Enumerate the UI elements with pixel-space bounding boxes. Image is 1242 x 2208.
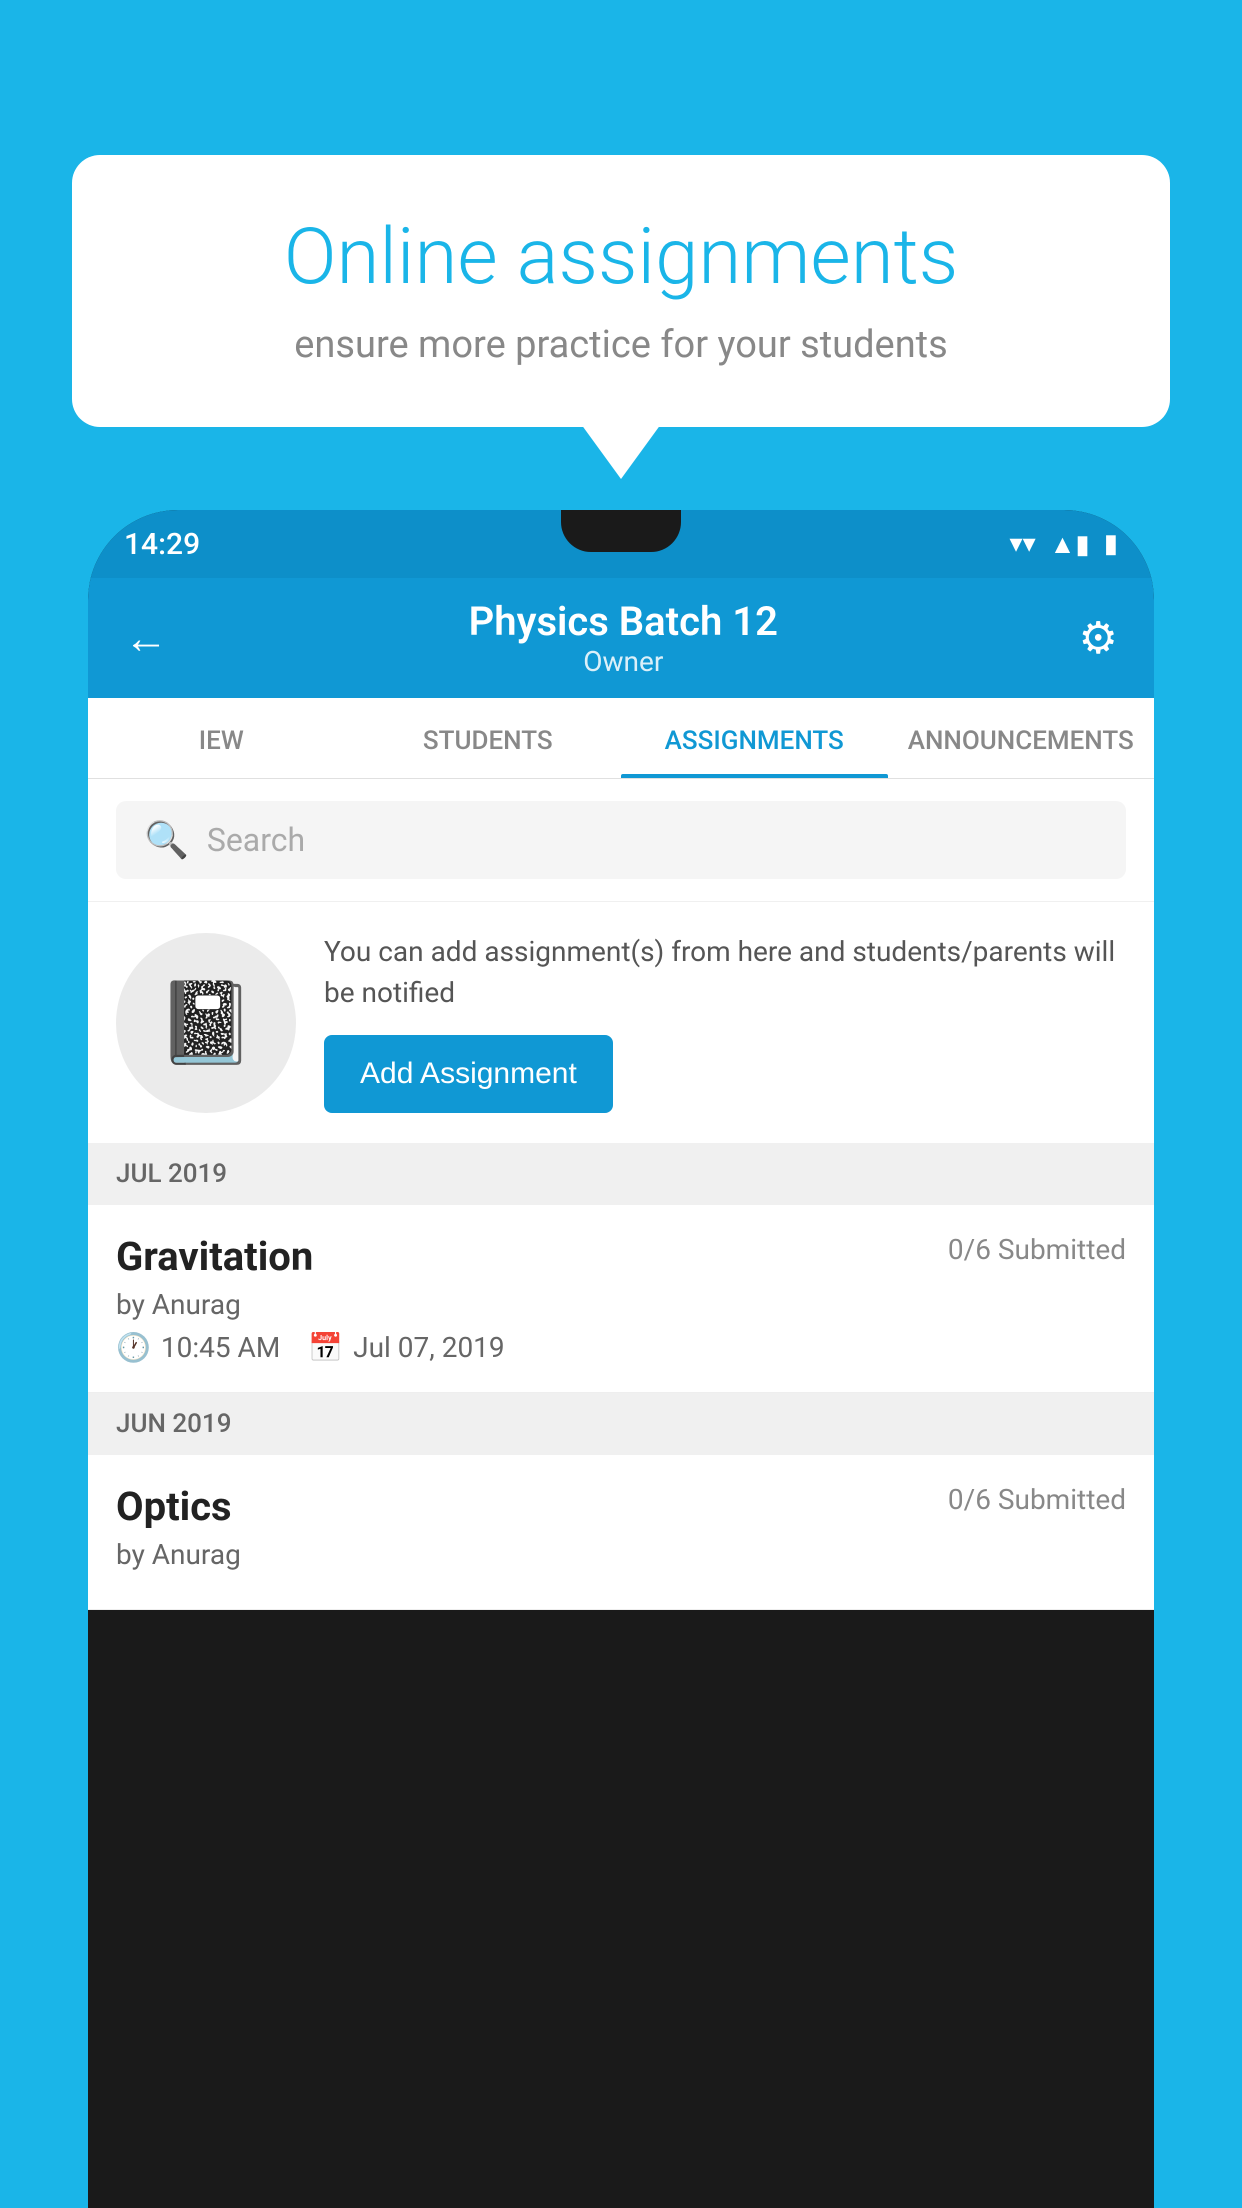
phone-screen: 🔍 Search 📓 You can add assignment(s) fro… xyxy=(88,779,1154,1610)
promo-content: You can add assignment(s) from here and … xyxy=(324,932,1126,1113)
header-subtitle: Owner xyxy=(469,645,778,678)
settings-icon[interactable]: ⚙ xyxy=(1079,612,1118,664)
assignment-name-gravitation: Gravitation xyxy=(116,1233,313,1280)
phone-notch xyxy=(561,510,681,552)
wifi-icon: ▾▾ xyxy=(1010,529,1036,559)
promo-text: You can add assignment(s) from here and … xyxy=(324,932,1126,1013)
back-button[interactable]: ← xyxy=(124,612,168,664)
assignment-by-optics: by Anurag xyxy=(116,1538,1126,1571)
search-input-wrapper[interactable]: 🔍 Search xyxy=(116,801,1126,879)
signal-icon: ▲▮ xyxy=(1050,529,1090,560)
assignment-date-gravitation: Jul 07, 2019 xyxy=(353,1331,505,1364)
speech-bubble: Online assignments ensure more practice … xyxy=(72,155,1170,427)
assignment-row-top: Gravitation 0/6 Submitted xyxy=(116,1233,1126,1280)
assignment-by-gravitation: by Anurag xyxy=(116,1288,1126,1321)
tab-students[interactable]: STUDENTS xyxy=(355,698,622,778)
meta-date: 📅 Jul 07, 2019 xyxy=(308,1331,504,1364)
tab-assignments[interactable]: ASSIGNMENTS xyxy=(621,698,888,778)
section-header-jun: JUN 2019 xyxy=(88,1393,1154,1455)
battery-icon: ▮ xyxy=(1104,529,1118,559)
assignment-submitted-optics: 0/6 Submitted xyxy=(948,1483,1126,1516)
assignment-item-gravitation[interactable]: Gravitation 0/6 Submitted by Anurag 🕐 10… xyxy=(88,1205,1154,1393)
assignment-submitted-gravitation: 0/6 Submitted xyxy=(948,1233,1126,1266)
search-icon: 🔍 xyxy=(144,819,189,861)
calendar-icon: 📅 xyxy=(308,1331,343,1364)
phone-mockup: 14:29 ▾▾ ▲▮ ▮ ← Physics Batch 12 Owner ⚙… xyxy=(88,510,1154,2208)
assignment-item-optics[interactable]: Optics 0/6 Submitted by Anurag xyxy=(88,1455,1154,1610)
notebook-icon: 📓 xyxy=(156,976,256,1070)
promo-icon-circle: 📓 xyxy=(116,933,296,1113)
assignment-row-top-optics: Optics 0/6 Submitted xyxy=(116,1483,1126,1530)
speech-bubble-subtitle: ensure more practice for your students xyxy=(142,323,1100,367)
header-center: Physics Batch 12 Owner xyxy=(469,598,778,678)
clock-icon: 🕐 xyxy=(116,1331,151,1364)
tab-bar: IEW STUDENTS ASSIGNMENTS ANNOUNCEMENTS xyxy=(88,698,1154,779)
app-header: ← Physics Batch 12 Owner ⚙ xyxy=(88,578,1154,698)
tab-announcements[interactable]: ANNOUNCEMENTS xyxy=(888,698,1155,778)
section-header-jul: JUL 2019 xyxy=(88,1143,1154,1205)
speech-bubble-title: Online assignments xyxy=(142,215,1100,301)
status-time: 14:29 xyxy=(124,527,200,562)
assignment-meta-gravitation: 🕐 10:45 AM 📅 Jul 07, 2019 xyxy=(116,1331,1126,1364)
assignment-name-optics: Optics xyxy=(116,1483,232,1530)
assignment-time-gravitation: 10:45 AM xyxy=(161,1331,280,1364)
search-bar: 🔍 Search xyxy=(88,779,1154,901)
promo-section: 📓 You can add assignment(s) from here an… xyxy=(88,901,1154,1143)
meta-time: 🕐 10:45 AM xyxy=(116,1331,280,1364)
tab-iew[interactable]: IEW xyxy=(88,698,355,778)
add-assignment-button[interactable]: Add Assignment xyxy=(324,1035,613,1113)
speech-bubble-container: Online assignments ensure more practice … xyxy=(72,155,1170,427)
status-icons: ▾▾ ▲▮ ▮ xyxy=(1010,529,1118,560)
search-placeholder: Search xyxy=(207,821,305,859)
header-title: Physics Batch 12 xyxy=(469,598,778,645)
